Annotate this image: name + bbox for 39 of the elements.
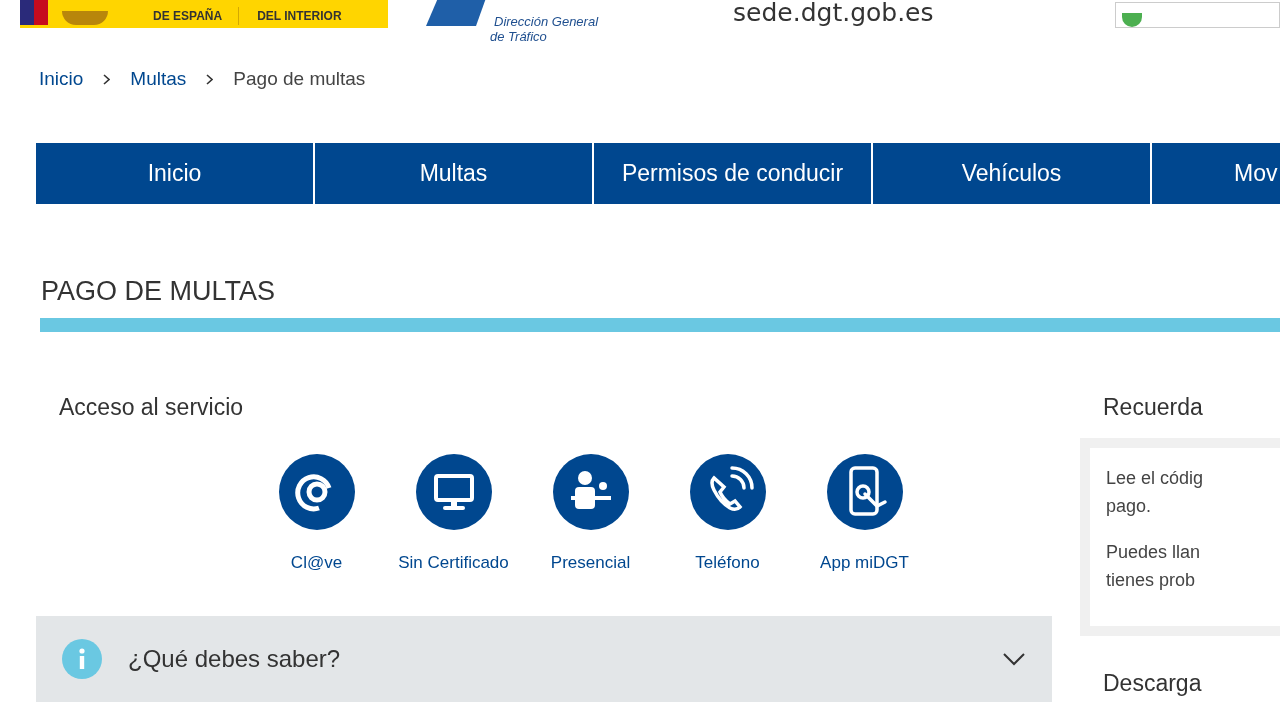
reminder-text: Lee el códig xyxy=(1106,467,1205,490)
ministry-name: DE ESPAÑA xyxy=(153,7,240,25)
access-option-link[interactable]: Presencial xyxy=(550,550,631,576)
page-title: PAGO DE MULTAS xyxy=(41,275,277,308)
nav-tab[interactable]: Permisos de conducir xyxy=(594,143,873,204)
site-address: sede.dgt.gob.es xyxy=(733,0,934,28)
ministry-name: DEL INTERIOR xyxy=(257,8,342,25)
monitor-icon xyxy=(415,454,492,530)
chevron-right-icon xyxy=(103,73,111,85)
agency-name: de Tráfico xyxy=(490,29,548,44)
reminder-text: pago. xyxy=(1106,495,1153,518)
chevron-right-icon xyxy=(206,73,214,85)
phone-icon xyxy=(689,454,766,530)
reminder-text: Puedes llan xyxy=(1106,541,1202,564)
sidebar-heading: Recuerda xyxy=(1103,393,1204,422)
accordion-header[interactable]: ¿Qué debes saber? xyxy=(36,615,1052,702)
sidebar-heading: Descarga xyxy=(1103,669,1203,698)
accordion-title: ¿Qué debes saber? xyxy=(128,643,341,674)
access-option-link[interactable]: Cl@ve xyxy=(290,550,343,576)
flag-icon xyxy=(20,0,48,25)
nav-tab[interactable]: Inicio xyxy=(36,143,315,204)
agency-name: Dirección General xyxy=(494,14,599,29)
nav-tab[interactable]: Mov xyxy=(1152,143,1280,204)
language-selector[interactable] xyxy=(1115,2,1280,28)
access-option-link[interactable]: Sin Certificado xyxy=(398,550,509,576)
nav-tab[interactable]: Vehículos xyxy=(873,143,1152,204)
breadcrumb-link[interactable]: Inicio xyxy=(39,64,84,94)
access-option-link[interactable]: App miDGT xyxy=(820,550,909,576)
info-icon xyxy=(62,638,102,679)
reminder-text: tienes prob xyxy=(1106,569,1197,592)
breadcrumb-link[interactable]: Multas xyxy=(130,64,187,94)
access-option-link[interactable]: Teléfono xyxy=(695,550,760,576)
section-heading: Acceso al servicio xyxy=(59,393,245,422)
dgt-logo-icon xyxy=(426,0,486,28)
smartphone-touch-icon xyxy=(826,454,903,530)
breadcrumb-current: Pago de multas xyxy=(233,66,366,91)
nav-tab[interactable]: Multas xyxy=(315,143,594,204)
at-sign-icon xyxy=(278,454,355,530)
person-at-desk-icon xyxy=(552,454,629,530)
